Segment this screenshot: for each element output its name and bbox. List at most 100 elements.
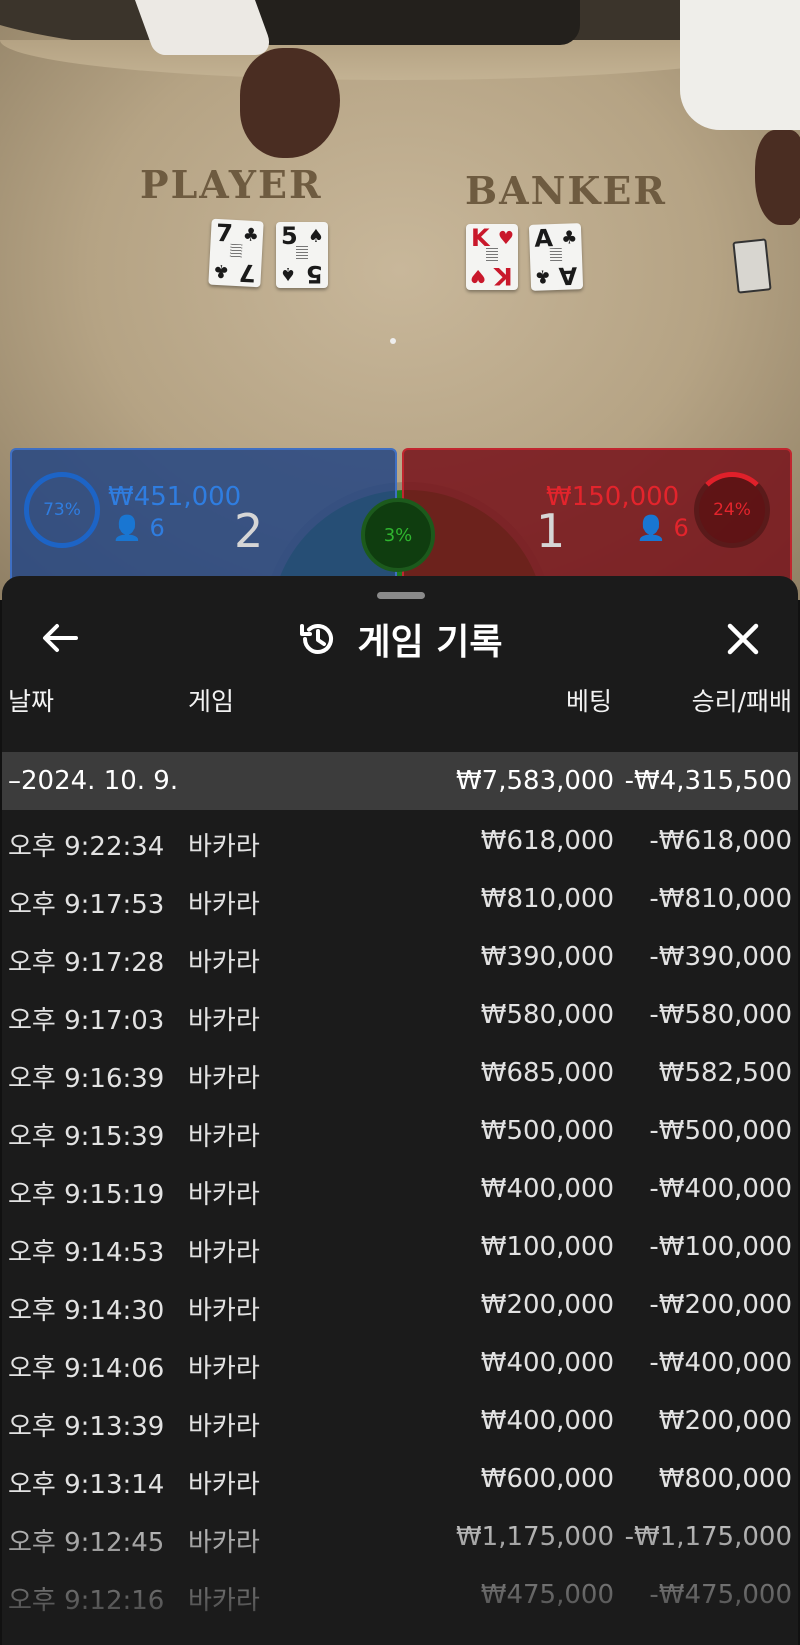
row-win-loss: -₩400,000 (649, 1174, 792, 1204)
history-row[interactable]: 오후 9:12:45 바카라 ₩1,175,000 -₩1,175,000 (2, 1508, 798, 1566)
dealer-sleeve-left (134, 0, 276, 55)
game-history-sheet: 게임 기록 날짜 게임 베팅 승리/패배 –2024. 10. 9. ₩7,58… (2, 576, 798, 1645)
card-rank: 5 (306, 260, 323, 288)
row-game: 바카라 (188, 832, 260, 862)
card-center (229, 243, 243, 259)
row-bet: ₩810,000 (480, 884, 614, 914)
row-win-loss: ₩200,000 (658, 1406, 792, 1436)
close-icon (727, 623, 759, 655)
column-header-win-loss: 승리/패배 (691, 687, 792, 716)
player-percent: 73% (43, 500, 81, 520)
card-suit: ♣ (212, 259, 230, 282)
row-win-loss: -₩618,000 (649, 826, 792, 856)
card-suit: ♥ (470, 265, 487, 286)
card-center (486, 248, 498, 262)
row-win-loss: -₩100,000 (649, 1232, 792, 1262)
history-row[interactable]: 오후 9:14:06 바카라 ₩400,000 -₩400,000 (2, 1334, 798, 1392)
row-win-loss: ₩800,000 (658, 1464, 792, 1494)
sheet-header: 게임 기록 (2, 614, 798, 664)
row-win-loss: ₩582,500 (658, 1058, 792, 1088)
row-win-loss: -₩400,000 (649, 1348, 792, 1378)
history-row[interactable]: 오후 9:13:39 바카라 ₩400,000 ₩200,000 (2, 1392, 798, 1450)
row-bet: ₩618,000 (480, 826, 614, 856)
history-row[interactable]: 오후 9:13:14 바카라 ₩600,000 ₩800,000 (2, 1450, 798, 1508)
card-suit: ♣ (242, 224, 260, 247)
banker-card-1: K ♥ ♥ K (466, 224, 518, 290)
history-row[interactable]: 오후 9:16:39 바카라 ₩685,000 ₩582,500 (2, 1044, 798, 1102)
row-time: 오후 9:14:06 (8, 1354, 165, 1384)
player-zone-label: PLAYER (140, 162, 323, 207)
row-time: 오후 9:12:45 (8, 1528, 165, 1558)
row-game: 바카라 (188, 1296, 260, 1326)
tie-percent: 3% (383, 524, 413, 546)
row-time: 오후 9:22:34 (8, 832, 165, 862)
row-time: 오후 9:14:30 (8, 1296, 165, 1326)
row-game: 바카라 (188, 948, 260, 978)
dealer-hand-left (240, 48, 340, 158)
banker-bettor-count: 👤 6 (636, 514, 689, 542)
day-summary-row[interactable]: –2024. 10. 9. ₩7,583,000 -₩4,315,500 (2, 752, 798, 810)
card-shoe (732, 238, 772, 294)
history-row[interactable]: 오후 9:17:53 바카라 ₩810,000 -₩810,000 (2, 870, 798, 928)
history-icon (300, 624, 334, 654)
table-marker-dot (390, 338, 396, 344)
day-total-win-loss: -₩4,315,500 (624, 766, 792, 796)
row-bet: ₩400,000 (480, 1406, 614, 1436)
card-suit: ♥ (497, 228, 514, 249)
row-win-loss: -₩1,175,000 (624, 1522, 792, 1552)
row-win-loss: -₩580,000 (649, 1000, 792, 1030)
row-win-loss: -₩500,000 (649, 1116, 792, 1146)
history-row[interactable]: 오후 9:22:34 바카라 ₩618,000 -₩618,000 (2, 812, 798, 870)
row-game: 바카라 (188, 1006, 260, 1036)
row-bet: ₩400,000 (480, 1348, 614, 1378)
history-row[interactable]: 오후 9:15:39 바카라 ₩500,000 -₩500,000 (2, 1102, 798, 1160)
dealer-hand-right (755, 130, 800, 225)
player-score: 2 (234, 504, 264, 558)
row-time: 오후 9:15:39 (8, 1122, 165, 1152)
row-time: 오후 9:13:14 (8, 1470, 165, 1500)
card-center (296, 246, 308, 260)
banker-zone-label: BANKER (465, 168, 667, 213)
player-card-2: 5 ♠ ♠ 5 (276, 222, 328, 288)
sheet-drag-handle[interactable] (377, 592, 425, 599)
row-bet: ₩600,000 (480, 1464, 614, 1494)
row-game: 바카라 (188, 1122, 260, 1152)
card-suit: ♠ (307, 226, 324, 247)
row-bet: ₩200,000 (480, 1290, 614, 1320)
row-game: 바카라 (188, 1238, 260, 1268)
row-win-loss: -₩475,000 (649, 1580, 792, 1610)
row-win-loss: -₩390,000 (649, 942, 792, 972)
player-bettor-count: 👤 6 (112, 514, 165, 542)
page-title: 게임 기록 (357, 622, 503, 663)
column-header-bet: 베팅 (565, 687, 612, 716)
close-button[interactable] (718, 614, 768, 664)
column-header-game: 게임 (188, 687, 235, 716)
row-win-loss: -₩810,000 (649, 884, 792, 914)
row-bet: ₩400,000 (480, 1174, 614, 1204)
row-time: 오후 9:17:28 (8, 948, 165, 978)
row-time: 오후 9:17:53 (8, 890, 165, 920)
row-bet: ₩685,000 (480, 1058, 614, 1088)
row-time: 오후 9:12:16 (8, 1586, 165, 1616)
row-time: 오후 9:16:39 (8, 1064, 165, 1094)
person-icon: 👤 (636, 514, 666, 542)
row-bet: ₩475,000 (480, 1580, 614, 1610)
person-icon: 👤 (112, 514, 142, 542)
player-percent-ring: 73% (24, 472, 100, 548)
history-row[interactable]: 오후 9:15:19 바카라 ₩400,000 -₩400,000 (2, 1160, 798, 1218)
history-row[interactable]: 오후 9:17:03 바카라 ₩580,000 -₩580,000 (2, 986, 798, 1044)
banker-score: 1 (536, 504, 566, 558)
row-time: 오후 9:15:19 (8, 1180, 165, 1210)
history-row[interactable]: 오후 9:17:28 바카라 ₩390,000 -₩390,000 (2, 928, 798, 986)
history-row[interactable]: 오후 9:14:30 바카라 ₩200,000 -₩200,000 (2, 1276, 798, 1334)
row-game: 바카라 (188, 1586, 260, 1616)
history-row[interactable]: 오후 9:12:16 바카라 ₩475,000 -₩475,000 (2, 1566, 798, 1624)
row-bet: ₩100,000 (480, 1232, 614, 1262)
row-game: 바카라 (188, 1470, 260, 1500)
card-rank: K (494, 262, 513, 290)
banker-count-value: 6 (673, 514, 689, 542)
banker-card-2: A ♣ ♣ A (528, 223, 584, 291)
player-card-1: 7 ♣ ♣ 7 (208, 218, 264, 288)
history-row[interactable]: 오후 9:14:53 바카라 ₩100,000 -₩100,000 (2, 1218, 798, 1276)
card-suit: ♠ (280, 263, 297, 284)
